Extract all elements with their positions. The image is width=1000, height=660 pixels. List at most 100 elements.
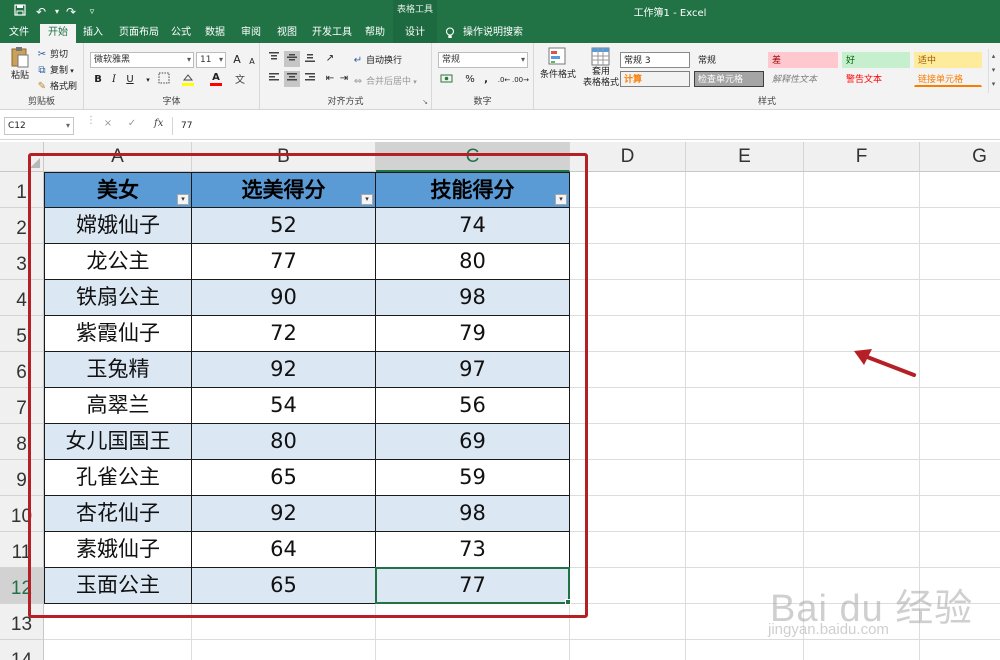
cell-style-1[interactable]: 常规 bbox=[694, 52, 764, 68]
paste-label: 粘贴 bbox=[10, 71, 29, 81]
save-icon[interactable] bbox=[12, 4, 28, 20]
align-middle-icon[interactable] bbox=[284, 51, 300, 67]
tab-data[interactable]: 数据 bbox=[200, 24, 230, 43]
more-options-icon[interactable]: ⋮ bbox=[86, 116, 96, 131]
worksheet[interactable]: ABCDEFG 1234567891011121314 美女▾选美得分▾技能得分… bbox=[0, 140, 1000, 660]
align-center-icon[interactable] bbox=[284, 71, 300, 87]
format-as-table-button[interactable]: 套用 表格格式 bbox=[580, 47, 622, 89]
font-color-icon[interactable]: A bbox=[208, 70, 224, 86]
undo-icon[interactable]: ↶ bbox=[33, 4, 49, 20]
tab-file[interactable]: 文件 bbox=[4, 24, 34, 43]
wrap-text-label: 自动换行 bbox=[366, 56, 403, 66]
paste-button[interactable]: 粘贴 bbox=[8, 46, 32, 86]
align-left-icon[interactable] bbox=[266, 71, 282, 87]
cell-style-9[interactable]: 链接单元格 bbox=[914, 71, 982, 87]
number-format-select[interactable]: 常规 ▾ bbox=[438, 52, 528, 68]
clipboard-group: 粘贴 ✂ 剪切 ⧉ 复制 ▾ ✎ 格式刷 剪贴板 bbox=[0, 43, 84, 109]
tab-insert[interactable]: 插入 bbox=[78, 24, 108, 43]
format-painter-button[interactable]: ✎ 格式刷 bbox=[36, 79, 77, 93]
conditional-formatting-button[interactable]: 条件格式 bbox=[540, 47, 576, 80]
borders-icon[interactable] bbox=[156, 72, 172, 88]
tab-home[interactable]: 开始 bbox=[40, 24, 76, 43]
shrink-font-icon[interactable]: A bbox=[244, 54, 260, 70]
align-right-icon[interactable] bbox=[302, 71, 318, 87]
align-bottom-icon[interactable] bbox=[302, 51, 318, 67]
comma-button[interactable]: , bbox=[478, 72, 494, 88]
tell-me-search[interactable]: 操作说明搜索 bbox=[463, 24, 523, 42]
enter-icon[interactable]: ✓ bbox=[124, 118, 140, 129]
merge-center-label: 合并后居中 bbox=[366, 77, 412, 87]
font-group-label: 字体 bbox=[162, 97, 181, 107]
dialog-launcher-icon[interactable]: ↘ bbox=[422, 98, 428, 106]
number-group: 常规 ▾ % , .0← .00→ 数字 bbox=[432, 43, 534, 109]
grid-vline bbox=[685, 172, 686, 660]
watermark-url: jingyan.baidu.com bbox=[768, 621, 889, 638]
cell-style-0[interactable]: 常规 3 bbox=[620, 52, 690, 68]
cell-style-5[interactable]: 计算 bbox=[620, 71, 690, 87]
tab-view[interactable]: 视图 bbox=[272, 24, 302, 43]
chevron-down-icon: ▾ bbox=[520, 55, 525, 64]
scissors-icon: ✂ bbox=[37, 48, 47, 60]
copy-icon: ⧉ bbox=[38, 64, 46, 76]
tab-page-layout[interactable]: 页面布局 bbox=[114, 24, 164, 43]
cell-style-3[interactable]: 好 bbox=[842, 52, 910, 68]
name-box[interactable]: C12 ▾ bbox=[4, 117, 74, 135]
styles-group: 条件格式 套用 表格格式 常规 3 常规差好适中计算 检查单元格 解释性文本 警告文本链… bbox=[534, 43, 1000, 109]
increase-indent-icon[interactable]: ⇥ bbox=[336, 71, 352, 87]
orientation-icon[interactable]: ↗ bbox=[322, 51, 338, 67]
wen-phonetic-icon[interactable]: 文 bbox=[232, 72, 248, 88]
font-name-select[interactable]: 微软雅黑 ▾ bbox=[90, 52, 194, 68]
paintbrush-icon: ✎ bbox=[37, 80, 47, 92]
redo-icon[interactable]: ↷ bbox=[63, 4, 79, 20]
currency-icon[interactable] bbox=[438, 72, 454, 88]
column-header-e[interactable]: E bbox=[686, 142, 804, 172]
alignment-group: ↗ ↵ 自动换行 ⇤ ⇥ ⇔ 合并后居中 ▾ 对齐方式 ↘ bbox=[260, 43, 432, 109]
document-title: 工作簿1 bbox=[633, 8, 670, 19]
grow-font-icon[interactable]: A bbox=[229, 52, 245, 68]
paste-icon bbox=[11, 46, 29, 68]
cell-style-7[interactable]: 解释性文本 bbox=[768, 71, 838, 87]
app-name: Excel bbox=[679, 8, 707, 19]
styles-group-label: 样式 bbox=[757, 97, 776, 107]
lightbulb-icon[interactable] bbox=[443, 27, 457, 41]
tab-design[interactable]: 设计 bbox=[393, 24, 437, 43]
increase-decimal-icon[interactable]: .0← bbox=[496, 72, 512, 88]
gallery-scroll[interactable]: ▴ ▾ ▾ bbox=[988, 49, 998, 93]
ribbon: 粘贴 ✂ 剪切 ⧉ 复制 ▾ ✎ 格式刷 剪贴板 微软雅黑 ▾ 11 ▾ A A B I … bbox=[0, 43, 1000, 110]
cancel-icon[interactable]: × bbox=[100, 118, 116, 129]
cell-style-6[interactable]: 检查单元格 bbox=[694, 71, 764, 87]
cell-style-8[interactable]: 警告文本 bbox=[842, 71, 910, 87]
title-bar: ↶ ▾ ↷ ▿ 表格工具 工作簿1 - Excel bbox=[0, 0, 1000, 24]
font-group: 微软雅黑 ▾ 11 ▾ A A B I U ▾ A 文 字体 bbox=[84, 43, 260, 109]
tab-developer[interactable]: 开发工具 bbox=[308, 24, 356, 43]
percent-button[interactable]: % bbox=[462, 72, 478, 88]
format-as-table-label-2: 表格格式 bbox=[582, 78, 619, 88]
font-size-select[interactable]: 11 ▾ bbox=[196, 52, 226, 68]
table-format-icon bbox=[591, 47, 611, 67]
decrease-decimal-icon[interactable]: .00→ bbox=[512, 72, 529, 88]
wrap-text-button[interactable]: ↵ 自动换行 bbox=[352, 53, 402, 67]
tab-review[interactable]: 审阅 bbox=[236, 24, 266, 43]
number-format-value: 常规 bbox=[442, 55, 461, 65]
underline-dropdown-icon[interactable]: ▾ bbox=[140, 72, 156, 88]
underline-button[interactable]: U bbox=[122, 72, 138, 88]
copy-button[interactable]: ⧉ 复制 ▾ bbox=[36, 63, 73, 77]
formula-input[interactable]: 77 bbox=[172, 117, 998, 135]
fill-color-icon[interactable] bbox=[180, 72, 196, 88]
cell-style-4[interactable]: 适中 bbox=[914, 52, 982, 68]
column-header-g[interactable]: G bbox=[920, 142, 1000, 172]
format-as-table-label-1: 套用 bbox=[591, 67, 610, 77]
tab-formulas[interactable]: 公式 bbox=[166, 24, 196, 43]
cut-button[interactable]: ✂ 剪切 bbox=[36, 47, 68, 61]
window-title: 工作簿1 - Excel bbox=[633, 8, 707, 19]
row-header-14[interactable]: 14 bbox=[0, 640, 44, 660]
customize-icon[interactable]: ▿ bbox=[84, 4, 100, 20]
column-header-f[interactable]: F bbox=[804, 142, 920, 172]
insert-function-icon[interactable]: fx bbox=[154, 118, 163, 129]
align-top-icon[interactable] bbox=[266, 51, 282, 67]
cell-style-2[interactable]: 差 bbox=[768, 52, 838, 68]
merge-center-button[interactable]: ⇔ 合并后居中 ▾ bbox=[352, 74, 417, 88]
bold-button[interactable]: B bbox=[90, 72, 106, 88]
tab-help[interactable]: 帮助 bbox=[360, 24, 390, 43]
italic-button[interactable]: I bbox=[106, 72, 122, 88]
